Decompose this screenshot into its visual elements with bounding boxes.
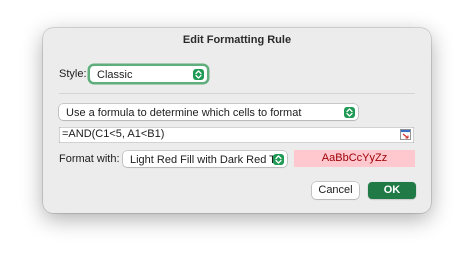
chevron-up-down-icon xyxy=(273,154,284,165)
formula-value: =AND(C1<5, A1<B1) xyxy=(62,128,165,140)
format-preview: AaBbCcYyZz xyxy=(294,150,415,167)
rule-type-popup[interactable]: Use a formula to determine which cells t… xyxy=(59,104,358,120)
ok-button[interactable]: OK xyxy=(368,182,416,199)
separator xyxy=(59,93,415,94)
formula-input[interactable]: =AND(C1<5, A1<B1) xyxy=(59,127,414,143)
rule-type-value: Use a formula to determine which cells t… xyxy=(66,107,302,119)
style-value: Classic xyxy=(97,69,133,81)
style-label: Style: xyxy=(59,68,87,80)
style-popup[interactable]: Classic xyxy=(90,66,207,82)
collapse-dialog-icon[interactable] xyxy=(400,129,411,140)
format-with-label: Format with: xyxy=(59,153,120,165)
format-with-popup[interactable]: Light Red Fill with Dark Red T... xyxy=(123,151,287,167)
format-with-value: Light Red Fill with Dark Red T... xyxy=(130,154,284,166)
chevron-up-down-icon xyxy=(193,69,204,80)
edit-formatting-rule-dialog: Edit Formatting Rule Style: Classic Use … xyxy=(43,28,431,213)
dialog-title: Edit Formatting Rule xyxy=(182,34,292,46)
cancel-button[interactable]: Cancel xyxy=(312,182,359,199)
chevron-up-down-icon xyxy=(344,107,355,118)
